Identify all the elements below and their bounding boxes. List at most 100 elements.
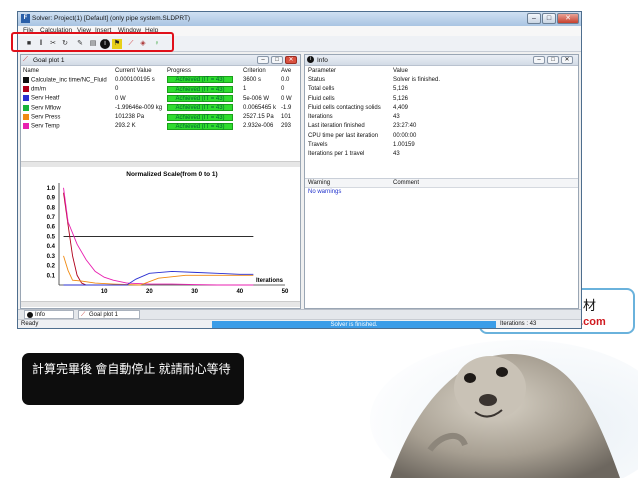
param-value-cell: 23:27:40 [393,123,417,130]
table-row[interactable]: Fluid cells contacting solids 4,409 [305,103,575,112]
col-ave[interactable]: Ave [279,66,300,75]
window-title: Solver: Project(1) [Default] (only pipe … [32,15,191,22]
y-tick-label: 0.5 [47,234,56,240]
info-minimize-button[interactable]: – [533,56,545,64]
goal-restore-button[interactable]: □ [271,56,283,64]
series-color-swatch [23,104,29,111]
series-color-swatch [23,95,29,102]
table-row[interactable]: Iterations 43 [305,112,575,121]
param-value-cell: 5,126 [393,95,409,102]
goal-progress-cell: Achieved (IT = 43) [165,112,241,121]
param-value-cell: 5,126 [393,86,409,93]
info-close-button[interactable]: ✕ [561,56,573,64]
col-comment[interactable]: Comment [393,180,419,186]
goal-name-cell: Serv Press [21,112,113,121]
x-axis-label: Iterations [256,278,284,284]
goal-name-cell: Serv Mflow [21,103,113,112]
x-tick-label: 20 [146,289,153,295]
warnings-panel: Warning Comment No warnings [305,178,578,308]
col-value[interactable]: Current Value [113,66,165,75]
table-row[interactable]: Serv Heatf 0 W Achieved (IT = 43) 5e-006… [21,94,300,103]
progress-badge: Achieved (IT = 43) [167,122,233,130]
y-tick-label: 0.6 [47,225,56,231]
table-row[interactable]: Serv Temp 293.2 K Achieved (IT = 43) 2.9… [21,122,300,131]
info-pane: i Info – □ ✕ Parameter Value Status Solve… [304,54,579,309]
series-line [63,192,91,286]
table-row[interactable]: Travels 1.00159 [305,140,575,149]
goal-table: Name Current Value Progress Criterion Av… [21,66,300,131]
param-value-cell: Solver is finished. [393,76,441,83]
goal-ave-cell: 0.0 [281,76,290,83]
info-restore-button[interactable]: □ [547,56,559,64]
goal-close-button[interactable]: ✕ [285,56,297,64]
progress-badge: Achieved (IT = 43) [167,113,233,121]
param-value-cell: 00:00:00 [393,132,417,139]
solver-progress-bar: Solver is finished. [212,321,496,328]
goal-name-cell: Serv Temp [21,122,113,131]
col-criterion[interactable]: Criterion [241,66,279,75]
goal-table-area: Name Current Value Progress Criterion Av… [21,66,300,161]
goal-criterion-cell: 2.932e-006 [243,123,274,130]
table-row[interactable]: CPU time per last iteration 00:00:00 [305,131,575,140]
y-tick-label: 0.8 [47,205,56,211]
param-cell: Iterations [308,114,333,121]
param-cell: Fluid cells contacting solids [308,104,381,111]
y-tick-label: 0.4 [47,244,56,250]
col-name[interactable]: Name [21,66,113,75]
pane-tabs: Info ⟋ Goal plot 1 [18,309,581,319]
tab-goal-plot[interactable]: ⟋ Goal plot 1 [78,310,140,319]
x-tick-label: 30 [191,289,198,295]
goal-criterion-cell: 1 [243,86,247,93]
goal-value-cell: -1.99646e-009 kg [115,104,163,111]
info-icon: i [307,56,314,63]
x-tick-label: 10 [101,289,108,295]
table-row[interactable]: Iterations per 1 travel 43 [305,150,575,159]
info-pane-title: Info [317,57,328,64]
bubble-text-1: 材 [583,298,597,313]
goal-progress-cell: Achieved (IT = 43) [165,85,241,94]
table-row[interactable]: Calculate_inc time/NC_Fluid 0.000100195 … [21,75,300,84]
toolbar-highlight [11,32,174,52]
no-warnings-text: No warnings [308,189,342,195]
close-button[interactable]: ✕ [557,13,579,24]
goal-chart-area: Normalized Scale(from 0 to 1) 0.1 0.2 0.3 0.… [21,167,300,301]
table-row[interactable]: Fluid cells 5,126 [305,94,575,103]
table-row[interactable]: Serv Press 101238 Pa Achieved (IT = 43) … [21,112,300,121]
minimize-button[interactable]: – [527,13,541,24]
table-row[interactable]: Total cells 5,126 [305,85,575,94]
progress-badge: Achieved (IT = 43) [167,95,233,103]
col-parameter[interactable]: Parameter [305,66,390,75]
col-info-value[interactable]: Value [390,66,575,75]
param-value-cell: 1.00159 [393,142,415,149]
param-value-cell: 43 [393,151,400,158]
y-tick-label: 0.7 [47,215,56,221]
goal-criterion-cell: 2527.15 Pa [243,114,274,121]
chart-hscrollbar[interactable] [21,301,300,307]
table-row[interactable]: Serv Mflow -1.99646e-009 kg Achieved (IT… [21,103,300,112]
col-warning[interactable]: Warning [308,180,330,186]
series-color-swatch [23,123,29,130]
goal-value-cell: 0 [115,86,119,93]
table-row[interactable]: dm/m 0 Achieved (IT = 43) 1 0 [21,85,300,94]
col-progress[interactable]: Progress [165,66,241,75]
goal-ave-cell: 0 W [281,95,292,102]
goal-value-cell: 0.000100195 s [115,76,155,83]
y-tick-label: 0.2 [47,264,56,270]
goal-pane-header: ⟋ Goal plot 1 – □ ✕ [21,55,300,66]
info-table: Parameter Value Status Solver is finished… [305,66,575,159]
goal-pane-title: Goal plot 1 [33,57,65,64]
tab-info[interactable]: Info [24,310,74,319]
goal-minimize-button[interactable]: – [257,56,269,64]
goal-name-cell: Serv Heatf [21,94,113,103]
goal-ave-cell: 293 [281,123,292,130]
solver-window: F Solver: Project(1) [Default] (only pip… [17,11,582,329]
title-bar[interactable]: F Solver: Project(1) [Default] (only pip… [18,12,581,26]
series-line [63,255,254,286]
table-row[interactable]: Last iteration finished 23:27:40 [305,122,575,131]
param-cell: Iterations per 1 travel [308,151,365,158]
param-cell: Last iteration finished [308,123,365,130]
goal-value-cell: 101238 Pa [115,114,145,121]
table-row[interactable]: Status Solver is finished. [305,75,575,84]
series-color-swatch [23,85,29,92]
maximize-button[interactable]: □ [542,13,556,24]
